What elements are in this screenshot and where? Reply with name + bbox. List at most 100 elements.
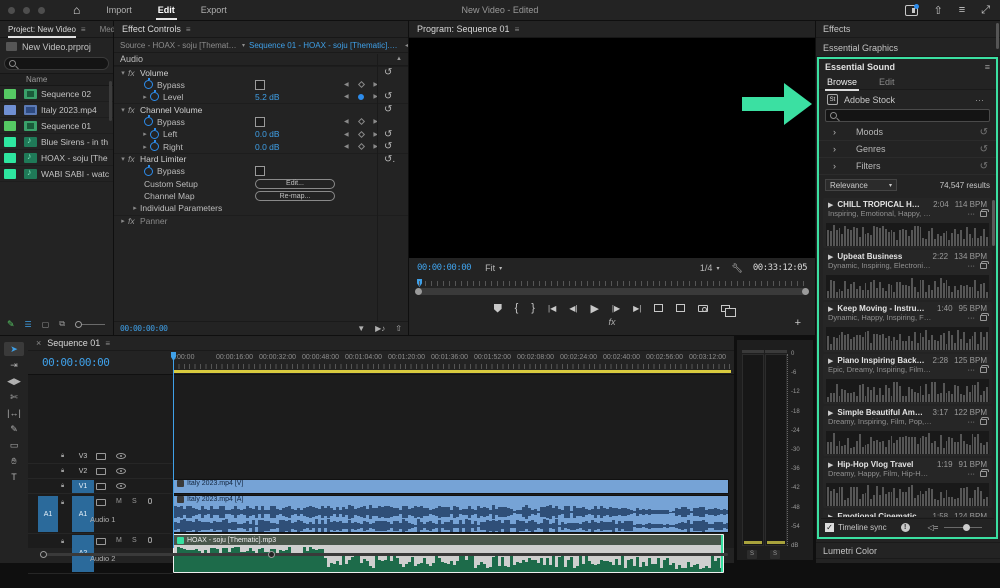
cart-icon[interactable] — [980, 208, 989, 217]
filter-icon[interactable]: ▼ — [357, 324, 365, 333]
twirl-icon[interactable]: ▸ — [118, 217, 128, 225]
more-options-icon[interactable]: ··· — [968, 313, 976, 322]
lock-icon[interactable]: 🔒︎ — [61, 500, 64, 507]
sync-lock-icon[interactable] — [96, 482, 106, 490]
lock-icon[interactable]: 🔒︎ — [61, 483, 64, 490]
label-color-swatch[interactable] — [4, 104, 16, 115]
voiceover-record-icon[interactable] — [148, 537, 152, 543]
comparison-view-icon[interactable] — [721, 304, 737, 317]
program-scrubber[interactable] — [413, 279, 811, 297]
effect-row-custom-setup[interactable]: Custom Setup Edit... — [114, 178, 408, 190]
twirl-icon[interactable]: ▸ — [130, 204, 140, 212]
stock-track-card[interactable]: ▶Piano Inspiring Background2:28125 BPMEp… — [823, 354, 992, 404]
param-checkbox[interactable] — [255, 116, 265, 127]
panel-menu-icon[interactable]: ≡ — [81, 25, 86, 34]
quick-export-icon[interactable] — [904, 3, 919, 16]
timeline-timecode[interactable]: 00:00:00:00 — [42, 356, 110, 369]
cart-icon[interactable] — [980, 312, 989, 321]
stopwatch-icon[interactable] — [150, 127, 159, 139]
sequence-clip-label[interactable]: Sequence 01 - HOAX - soju [Thematic].mp3 — [249, 41, 399, 50]
add-keyframe-icon[interactable] — [357, 130, 365, 138]
export-frame-icon[interactable] — [698, 304, 709, 312]
project-file-row[interactable]: New Video.prproj — [0, 38, 113, 55]
mark-in-icon[interactable]: { — [515, 302, 519, 314]
program-timecode[interactable]: 00:00:00:00 — [417, 263, 472, 273]
step-back-icon[interactable]: ◀| — [569, 304, 577, 313]
project-item[interactable]: HOAX - soju [The — [0, 150, 113, 166]
stock-track-card[interactable]: ▶CHILL TROPICAL HOUSE (...2:04114 BPMIns… — [823, 198, 992, 248]
filter-row-filters[interactable]: › Filters ↺ — [819, 158, 996, 175]
project-scrollbar[interactable] — [109, 81, 112, 121]
scroll-left-icon[interactable]: ◂ — [405, 42, 408, 49]
add-keyframe-icon[interactable] — [357, 118, 365, 126]
zoom-slider[interactable] — [75, 320, 105, 328]
stock-track-card[interactable]: ▶ Hip-Hop Vlog Travel 1:19 91 BPM Dreamy, Ha… — [823, 458, 992, 508]
track-list-scrollbar[interactable] — [992, 200, 995, 246]
essential-graphics-tab[interactable]: Essential Graphics — [816, 40, 1000, 57]
loudness-info-icon[interactable]: ! — [900, 522, 910, 532]
track-target-v1[interactable]: V1 — [72, 479, 94, 493]
hand-tool[interactable]: ✋︎ — [4, 454, 24, 468]
add-marker-icon[interactable] — [493, 303, 502, 313]
param-checkbox[interactable] — [255, 79, 265, 90]
solo-button[interactable]: S — [132, 498, 137, 505]
twirl-icon[interactable]: ▾ — [118, 155, 128, 163]
play-icon[interactable]: ▶ — [828, 409, 833, 417]
play-icon[interactable]: ▶ — [828, 305, 833, 313]
add-keyframe-icon[interactable] — [357, 142, 365, 151]
lumetri-color-tab[interactable]: Lumetri Color — [816, 542, 1000, 559]
volume-knob[interactable] — [963, 523, 970, 531]
effect-row-hard-limiter[interactable]: ▾ fx Hard Limiter ↺. — [114, 152, 408, 165]
freeform-view-icon[interactable]: ⧉ — [59, 319, 65, 329]
effect-row-right[interactable]: ▸ Right 0.0 dB ◀ ▶ ↺ — [114, 140, 408, 152]
effect-row-bypass[interactable]: Bypass ◀ ▶ — [114, 78, 408, 90]
playback-resolution-dropdown[interactable]: 1/4 ▾ — [700, 263, 720, 273]
stopwatch-icon[interactable] — [144, 78, 153, 90]
param-button[interactable]: Re-map... — [255, 191, 335, 202]
go-to-in-icon[interactable]: |◀ — [548, 304, 556, 313]
export-frame-icon[interactable]: ⇧ — [395, 324, 402, 333]
type-tool[interactable]: T — [4, 470, 24, 484]
play-audio-icon[interactable]: ▶♪ — [375, 324, 385, 333]
reset-icon[interactable]: ↺ — [384, 67, 392, 78]
param-value[interactable]: 0.0 dB — [255, 142, 280, 152]
extract-icon[interactable] — [676, 304, 686, 312]
stock-search-input[interactable] — [825, 109, 990, 122]
more-options-icon[interactable]: ··· — [968, 365, 976, 374]
mute-button[interactable]: M — [116, 498, 122, 505]
window-zoom-icon[interactable] — [38, 6, 45, 14]
settings-wrench-icon[interactable]: 🔧︎ — [731, 263, 742, 274]
scrubber-bar[interactable] — [415, 288, 809, 295]
param-button[interactable]: Edit... — [255, 178, 335, 189]
writable-pencil-icon[interactable]: ✎ — [7, 319, 15, 330]
lock-icon[interactable]: 🔒︎ — [61, 453, 64, 460]
list-view-icon[interactable]: ☰ — [25, 320, 32, 329]
audio-track-header-a3[interactable] — [28, 574, 173, 588]
scrollbar-knob-left[interactable] — [40, 551, 47, 558]
solo-button-left[interactable]: S — [747, 550, 757, 559]
reset-icon[interactable]: ↺ — [384, 91, 392, 102]
prev-keyframe-icon[interactable]: ◀ — [344, 93, 349, 100]
reset-icon[interactable]: ↺ — [980, 144, 988, 155]
project-item[interactable]: Blue Sirens - in th — [0, 134, 113, 150]
project-item[interactable]: Sequence 01 — [0, 118, 113, 134]
cart-icon[interactable] — [980, 416, 989, 425]
reset-icon[interactable]: ↺ — [384, 104, 392, 115]
prev-keyframe-icon[interactable]: ◀ — [344, 131, 349, 138]
work-area-bar[interactable] — [173, 370, 731, 373]
param-checkbox[interactable] — [255, 166, 265, 177]
share-icon[interactable]: ⇧ — [934, 4, 943, 17]
panel-menu-icon[interactable]: ≡ — [105, 339, 110, 348]
effect-row-channel-volume[interactable]: ▾ fx Channel Volume ↺ — [114, 103, 408, 115]
play-icon[interactable]: ▶ — [828, 513, 833, 518]
stopwatch-icon[interactable] — [144, 115, 153, 127]
source-patch-a1[interactable]: A1 — [38, 496, 58, 532]
track-target-a1[interactable]: A1 — [72, 496, 94, 532]
video-track-header-v2[interactable]: 🔒︎ V2 — [28, 464, 173, 479]
twirl-icon[interactable]: ▾ — [118, 69, 128, 77]
label-color-swatch[interactable] — [4, 88, 16, 99]
label-color-swatch[interactable] — [4, 136, 16, 147]
solo-button[interactable]: S — [132, 537, 137, 544]
name-column-header[interactable]: Name — [0, 73, 113, 86]
tab-browse[interactable]: Browse — [824, 77, 860, 91]
